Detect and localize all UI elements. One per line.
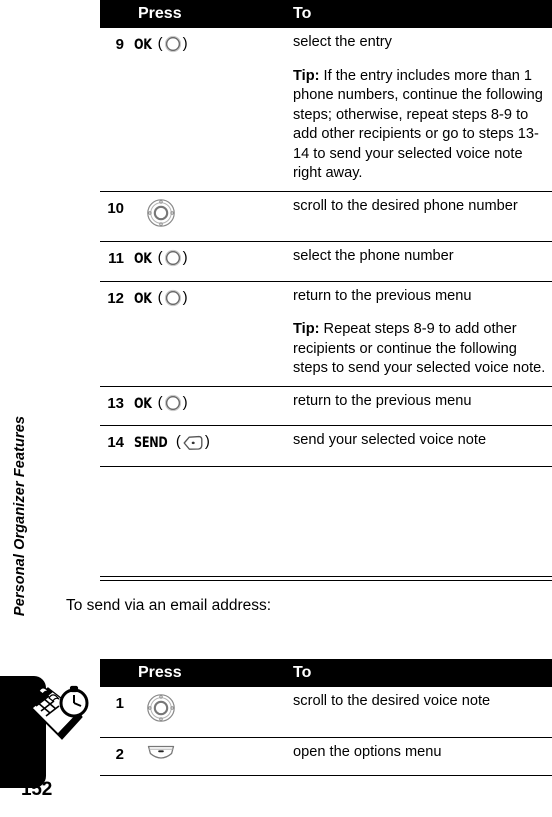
- header-press: Press: [130, 0, 288, 28]
- intro-text: To send via an email address:: [66, 597, 272, 614]
- tip-text: If the entry includes more than 1 phone …: [293, 67, 543, 182]
- navigation-key-icon[interactable]: [146, 198, 176, 235]
- page-number: 152: [21, 779, 53, 800]
- table-row: 10 scroll to the desired phone number: [100, 191, 552, 242]
- press-cell: [130, 687, 288, 738]
- paren-close: ): [182, 288, 188, 306]
- instruction-text: select the entry: [293, 34, 392, 50]
- step-number: 12: [100, 281, 130, 387]
- press-cell: OK (): [130, 241, 288, 282]
- paren-close: ): [204, 433, 210, 450]
- step-number: 2: [100, 737, 130, 776]
- to-cell: select the phone number: [288, 241, 552, 282]
- paren-open: (: [154, 393, 163, 411]
- press-cell: [130, 191, 288, 242]
- instruction-text: return to the previous menu: [293, 287, 472, 304]
- key-label: OK: [134, 395, 152, 412]
- table-row: 14 SEND ( ) send your selected voice not…: [100, 425, 552, 467]
- instruction-text: scroll to the desired phone number: [293, 197, 518, 214]
- ok-key-icon[interactable]: [164, 35, 182, 60]
- table-row: 11 OK () select the phone number: [100, 241, 552, 282]
- key-label: OK: [134, 37, 152, 53]
- tip-paragraph: Tip: Repeat steps 8-9 to add other recip…: [293, 320, 550, 379]
- instruction-text: open the options menu: [293, 743, 442, 760]
- step-number: 14: [100, 425, 130, 467]
- to-cell: scroll to the desired phone number: [288, 191, 552, 242]
- to-cell: select the entry Tip: If the entry inclu…: [288, 28, 552, 192]
- step-number: 13: [100, 386, 130, 426]
- table-row: 1 scroll to the desired voice note: [100, 687, 552, 738]
- table-header: Press To: [100, 659, 552, 687]
- tip-text: Repeat steps 8-9 to add other recipients…: [293, 321, 546, 376]
- ok-key-icon[interactable]: [164, 394, 182, 419]
- paren-close: ): [182, 249, 188, 266]
- paren-close: ): [182, 393, 188, 411]
- organizer-stopwatch-icon: [22, 682, 92, 752]
- press-cell: OK (): [130, 28, 288, 192]
- header-step-number: [100, 659, 130, 687]
- header-step-number: [100, 0, 130, 28]
- step-number: 1: [100, 687, 130, 738]
- table-row: 2 open the options menu: [100, 737, 552, 776]
- send-key-icon[interactable]: [182, 434, 204, 459]
- instruction-text: return to the previous menu: [293, 392, 472, 409]
- instruction-text: select the phone number: [293, 248, 454, 264]
- tip-label: Tip:: [293, 67, 320, 84]
- running-head-label: Personal Organizer Features: [12, 415, 28, 617]
- key-label: OK: [134, 290, 152, 307]
- instruction-text: send your selected voice note: [293, 432, 487, 448]
- paren-open: (: [154, 35, 163, 52]
- table-body: 9 OK () select the entry Tip: If the ent…: [100, 28, 552, 467]
- ok-key-icon[interactable]: [164, 289, 182, 314]
- header-to: To: [288, 0, 552, 28]
- table-row: 13 OK () return to the previous menu: [100, 386, 552, 426]
- to-cell: scroll to the desired voice note: [288, 687, 552, 738]
- key-label: SEND: [134, 435, 168, 451]
- steps-table-send-via-email-address: Press To 1 scroll to the desired voice n…: [100, 659, 552, 776]
- to-cell: open the options menu: [288, 737, 552, 776]
- to-cell: return to the previous menu Tip: Repeat …: [288, 281, 552, 387]
- press-cell: OK (): [130, 281, 288, 387]
- paren-open: (: [154, 249, 163, 266]
- tip-label: Tip:: [293, 321, 320, 337]
- ok-key-icon[interactable]: [164, 249, 182, 274]
- table-header: Press To: [100, 0, 552, 28]
- paren-open: (: [154, 288, 163, 306]
- table-bottom-double-rule: [100, 576, 552, 581]
- press-cell: [130, 737, 288, 776]
- press-cell: SEND ( ): [130, 425, 288, 467]
- press-cell: OK (): [130, 386, 288, 426]
- header-press: Press: [130, 659, 288, 687]
- steps-table-send-via-phone-number: Press To 9 OK () select the entry Tip: I…: [100, 0, 552, 467]
- to-cell: return to the previous menu: [288, 386, 552, 426]
- step-number: 9: [100, 28, 130, 192]
- header-to: To: [288, 659, 552, 687]
- step-number: 10: [100, 191, 130, 242]
- table-row: 9 OK () select the entry Tip: If the ent…: [100, 28, 552, 192]
- paren-open: (: [172, 433, 181, 450]
- table-row: 12 OK () return to the previous menu Tip…: [100, 281, 552, 387]
- to-cell: send your selected voice note: [288, 425, 552, 467]
- step-number: 11: [100, 241, 130, 282]
- tip-paragraph: Tip: If the entry includes more than 1 p…: [293, 67, 550, 184]
- key-label: OK: [134, 251, 152, 267]
- instruction-text: scroll to the desired voice note: [293, 693, 491, 709]
- table-body: 1 scroll to the desired voice note 2 ope…: [100, 687, 552, 776]
- navigation-key-icon[interactable]: [146, 693, 176, 730]
- softkey-menu-icon[interactable]: [146, 744, 176, 769]
- paren-close: ): [182, 35, 188, 52]
